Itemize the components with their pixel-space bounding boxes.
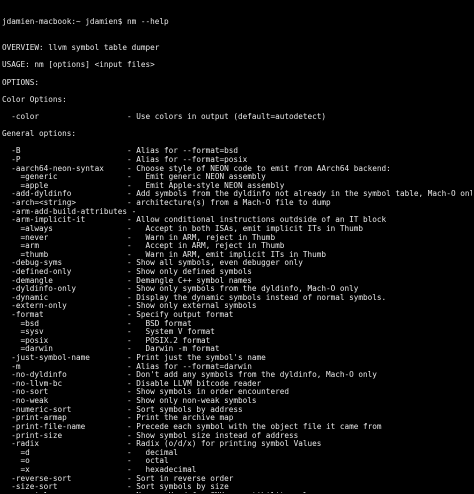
output-line: OPTIONS: (2, 77, 40, 87)
output-line: General options: (2, 129, 77, 139)
terminal-window[interactable]: jdamien-macbook:~ jdamien$ nm --help OVE… (2, 1, 472, 493)
output-line: Color Options: (2, 94, 67, 104)
output-line: OVERVIEW: llvm symbol table dumper (2, 43, 160, 53)
output-line: -special-syms - No-op. Used for GNU comp… (2, 491, 472, 493)
command-output: OVERVIEW: llvm symbol table dumper USAGE:… (2, 43, 472, 493)
command-prompt-line: jdamien-macbook:~ jdamien$ nm --help (2, 17, 169, 27)
output-line: USAGE: nm [options] <input files> (2, 60, 155, 70)
output-line: -color - Use colors in output (default=a… (2, 111, 326, 121)
